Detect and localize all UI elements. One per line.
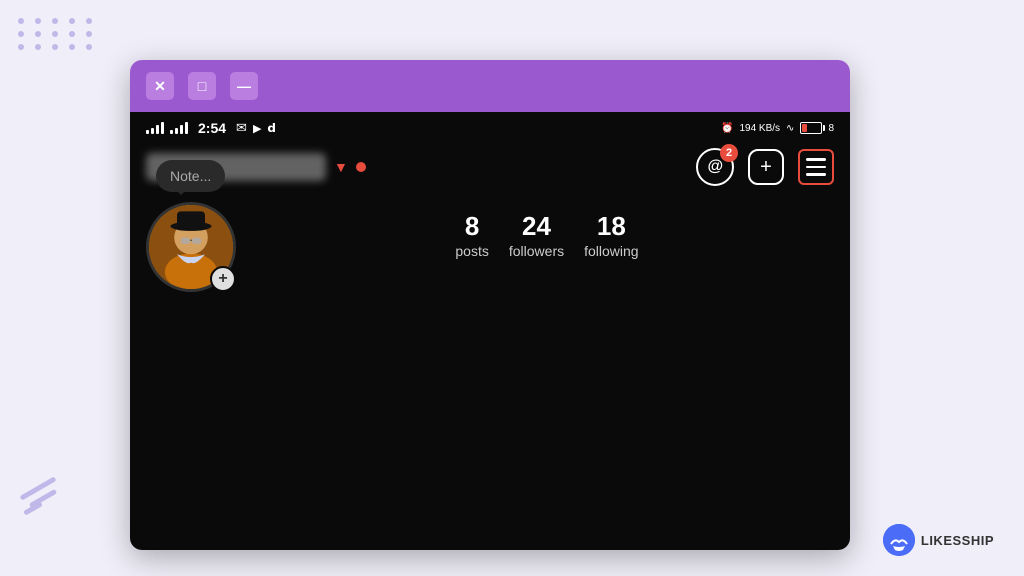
posts-stat[interactable]: 8 posts: [455, 212, 488, 259]
logo-svg: [883, 524, 915, 556]
avatar-container: Note...: [146, 202, 236, 292]
logo-text: LIKESSHIP: [921, 533, 994, 548]
battery-icon: [800, 122, 822, 134]
alarm-icon: ⏰: [721, 123, 733, 134]
note-bubble[interactable]: Note...: [156, 160, 225, 192]
profile-section: Note...: [130, 194, 850, 300]
dropdown-arrow-icon[interactable]: ▼: [334, 159, 348, 175]
tiktok-icon: 𝗱: [267, 121, 276, 135]
youtube-icon: ▶: [253, 122, 261, 135]
instagram-nav: ▼ @ 2 +: [130, 140, 850, 194]
status-right: ⏰ 194 KB/s ∿ 8: [721, 122, 834, 134]
kb-speed: 194 KB/s: [739, 123, 780, 134]
signal-icon-2: [170, 122, 188, 134]
online-indicator: [356, 162, 366, 172]
followers-stat[interactable]: 24 followers: [509, 212, 564, 259]
menu-line-2: [806, 166, 826, 169]
followers-count: 24: [522, 212, 551, 241]
decorative-dots: [18, 18, 96, 50]
threads-button[interactable]: @ 2: [696, 148, 734, 186]
threads-icon-symbol: @: [707, 158, 723, 176]
decorative-lines-left: [18, 486, 58, 516]
following-stat[interactable]: 18 following: [584, 212, 638, 259]
status-left: 2:54 ✉ ▶ 𝗱: [146, 120, 276, 136]
battery-level: 8: [828, 123, 834, 134]
likesship-logo: LIKESSHIP: [883, 524, 994, 556]
add-post-button[interactable]: +: [748, 149, 784, 185]
title-bar: ✕ □ —: [130, 60, 850, 112]
followers-label: followers: [509, 243, 564, 259]
battery-fill: [802, 124, 807, 132]
menu-line-1: [806, 158, 826, 161]
avatar-add-button[interactable]: +: [210, 266, 236, 292]
main-window: ✕ □ — 2:54 ✉: [130, 60, 850, 550]
maximize-button[interactable]: □: [188, 72, 216, 100]
status-time: 2:54: [198, 120, 226, 136]
plus-icon: +: [760, 157, 772, 177]
minimize-button[interactable]: —: [230, 72, 258, 100]
messenger-icon: ✉: [236, 120, 247, 136]
close-button[interactable]: ✕: [146, 72, 174, 100]
avatar-plus-icon: +: [218, 270, 227, 288]
nav-right-icons: @ 2 +: [696, 148, 834, 186]
posts-label: posts: [455, 243, 488, 259]
wifi-icon: ∿: [786, 123, 794, 134]
signal-icon-1: [146, 122, 164, 134]
menu-line-3: [806, 173, 826, 176]
following-label: following: [584, 243, 638, 259]
status-bar: 2:54 ✉ ▶ 𝗱 ⏰ 194 KB/s ∿ 8: [130, 112, 850, 140]
logo-icon: [883, 524, 915, 556]
phone-screen: 2:54 ✉ ▶ 𝗱 ⏰ 194 KB/s ∿ 8: [130, 112, 850, 550]
menu-button[interactable]: [798, 149, 834, 185]
posts-count: 8: [465, 212, 479, 241]
threads-badge: 2: [720, 144, 738, 162]
following-count: 18: [597, 212, 626, 241]
note-text: Note...: [170, 168, 211, 184]
stats-container: 8 posts 24 followers 18 following: [260, 202, 834, 259]
